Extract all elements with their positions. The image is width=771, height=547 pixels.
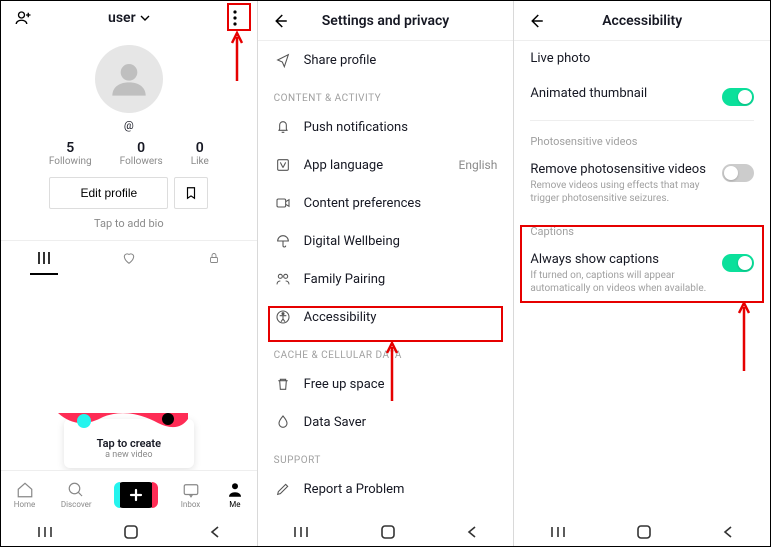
- plus-icon: [129, 488, 143, 502]
- bookmark-button[interactable]: [174, 177, 208, 209]
- settings-screen: Settings and privacy Share profile CONTE…: [258, 1, 515, 546]
- divider: [530, 120, 754, 121]
- profile-handle: @: [1, 119, 257, 132]
- language-icon: [274, 157, 292, 173]
- create-decoration: [58, 413, 188, 435]
- back-button[interactable]: [266, 12, 294, 30]
- row-wellbeing[interactable]: Digital Wellbeing: [258, 222, 514, 260]
- toggle-captions[interactable]: [722, 254, 754, 272]
- toggle-animated-thumbnail[interactable]: [722, 88, 754, 106]
- stat-following[interactable]: 5 Following: [49, 140, 92, 167]
- avatar[interactable]: [95, 45, 163, 113]
- profile-username-dropdown[interactable]: user: [35, 10, 223, 26]
- captions-heading: Captions: [514, 215, 770, 242]
- tab-grid[interactable]: [1, 241, 86, 275]
- settings-title: Settings and privacy: [294, 13, 478, 29]
- sys-back-icon[interactable]: [721, 525, 735, 539]
- back-arrow-icon: [271, 12, 289, 30]
- create-sub: a new video: [70, 450, 188, 460]
- inbox-icon: [182, 481, 200, 499]
- sys-recents-icon[interactable]: [292, 525, 310, 539]
- menu-icon[interactable]: [223, 10, 247, 26]
- person-icon: [226, 481, 244, 499]
- profile-topbar: user: [1, 1, 257, 35]
- row-report[interactable]: Report a Problem: [258, 470, 514, 508]
- system-nav: [258, 518, 514, 546]
- section-content: CONTENT & ACTIVITY: [258, 79, 514, 108]
- sys-back-icon[interactable]: [208, 525, 222, 539]
- row-pref[interactable]: Content preferences: [258, 184, 514, 222]
- tab-private[interactable]: [171, 241, 256, 275]
- search-icon: [67, 481, 85, 499]
- row-captions[interactable]: Always show captions If turned on, capti…: [514, 242, 770, 305]
- toggle-photosensitive[interactable]: [722, 164, 754, 182]
- add-user-icon[interactable]: [11, 9, 35, 27]
- row-family[interactable]: Family Pairing: [258, 260, 514, 298]
- sys-recents-icon[interactable]: [549, 525, 567, 539]
- sys-recents-icon[interactable]: [36, 525, 54, 539]
- bottom-nav: Home Discover Inbox Me: [1, 470, 257, 518]
- heart-icon: [121, 251, 137, 265]
- sys-back-icon[interactable]: [465, 525, 479, 539]
- edit-icon: [274, 481, 292, 497]
- row-lang[interactable]: App language English: [258, 146, 514, 184]
- row-photosensitive[interactable]: Remove photosensitive videos Remove vide…: [514, 152, 770, 215]
- system-nav: [1, 518, 257, 546]
- row-share-profile[interactable]: Share profile: [258, 41, 514, 79]
- bell-icon: [274, 119, 292, 135]
- profile-tabs: [1, 240, 257, 275]
- lang-value: English: [459, 158, 498, 172]
- username-text: user: [108, 10, 136, 26]
- row-push[interactable]: Push notifications: [258, 108, 514, 146]
- share-icon: [274, 52, 292, 68]
- back-arrow-icon: [527, 12, 545, 30]
- bio-prompt[interactable]: Tap to add bio: [1, 217, 257, 230]
- accessibility-title: Accessibility: [550, 13, 734, 29]
- bookmark-icon: [184, 186, 198, 200]
- profile-screen: user @ 5 Following 0 Followers 0 Like: [1, 1, 258, 546]
- nav-home[interactable]: Home: [14, 481, 36, 509]
- section-cache: CACHE & CELLULAR DATA: [258, 336, 514, 365]
- nav-discover[interactable]: Discover: [61, 481, 92, 509]
- row-live-photo[interactable]: Live photo: [514, 41, 770, 76]
- family-icon: [274, 271, 292, 287]
- back-button[interactable]: [522, 12, 550, 30]
- row-accessibility[interactable]: Accessibility: [258, 298, 514, 336]
- edit-profile-button[interactable]: Edit profile: [49, 177, 168, 209]
- row-animated-thumbnail[interactable]: Animated thumbnail: [514, 76, 770, 116]
- section-support: SUPPORT: [258, 441, 514, 470]
- row-free[interactable]: Free up space: [258, 365, 514, 403]
- sys-home-icon[interactable]: [123, 524, 139, 540]
- annotation-arrow-captions: [738, 301, 750, 371]
- nav-inbox[interactable]: Inbox: [181, 481, 201, 509]
- sys-home-icon[interactable]: [380, 524, 396, 540]
- system-nav: [514, 518, 770, 546]
- create-title: Tap to create: [70, 437, 188, 450]
- settings-topbar: Settings and privacy: [258, 1, 514, 41]
- stat-followers[interactable]: 0 Followers: [120, 140, 163, 167]
- drop-icon: [274, 414, 292, 430]
- accessibility-topbar: Accessibility: [514, 1, 770, 41]
- lock-icon: [208, 251, 220, 265]
- video-icon: [274, 195, 292, 211]
- trash-icon: [274, 376, 292, 392]
- chevron-down-icon: [140, 13, 150, 23]
- row-saver[interactable]: Data Saver: [258, 403, 514, 441]
- create-button[interactable]: [117, 482, 155, 508]
- stat-like[interactable]: 0 Like: [191, 140, 209, 167]
- annotation-arrow-menu: [231, 31, 243, 81]
- photosensitive-heading: Photosensitive videos: [514, 125, 770, 152]
- grid-icon: [37, 251, 51, 265]
- accessibility-icon: [274, 309, 292, 325]
- home-icon: [16, 481, 34, 499]
- nav-me[interactable]: Me: [226, 481, 244, 509]
- profile-stats: 5 Following 0 Followers 0 Like: [1, 140, 257, 167]
- sys-home-icon[interactable]: [636, 524, 652, 540]
- umbrella-icon: [274, 233, 292, 249]
- accessibility-screen: Accessibility Live photo Animated thumbn…: [514, 1, 770, 546]
- tab-liked[interactable]: [86, 241, 171, 275]
- create-card[interactable]: Tap to create a new video: [64, 419, 194, 468]
